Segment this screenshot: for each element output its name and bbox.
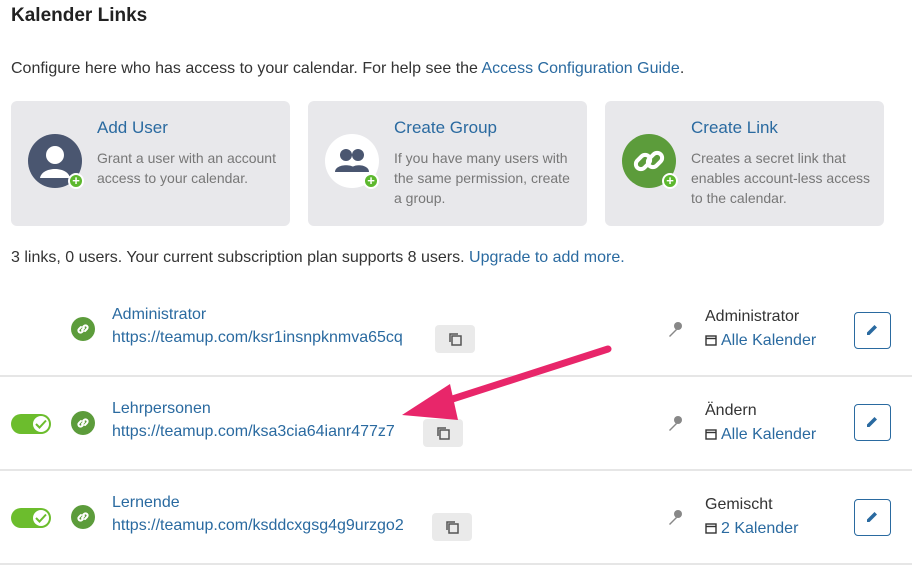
copy-icon: [446, 521, 459, 534]
link-name[interactable]: Lernende: [112, 494, 180, 512]
link-url[interactable]: https://teamup.com/ksr1insnpknmva65cq: [112, 329, 403, 347]
copy-icon: [449, 333, 462, 346]
calendar-icon: [705, 335, 717, 346]
link-icon: [71, 411, 95, 435]
create-link-card[interactable]: + Create Link Creates a secret link that…: [605, 101, 884, 226]
plus-icon: +: [68, 173, 84, 189]
create-group-desc: If you have many users with the same per…: [394, 150, 570, 206]
pin-icon: [666, 319, 686, 339]
pencil-icon: [867, 512, 877, 522]
pin-icon: [666, 507, 686, 527]
calendars-link[interactable]: Alle Kalender: [705, 426, 816, 444]
upgrade-link[interactable]: Upgrade to add more.: [469, 249, 625, 266]
link-icon: [71, 317, 95, 341]
edit-button[interactable]: [854, 499, 891, 536]
link-row-administrator: Administrator https://teamup.com/ksr1ins…: [0, 282, 912, 376]
copy-button[interactable]: [423, 419, 463, 447]
create-link-desc: Creates a secret link that enables accou…: [691, 150, 870, 206]
calendars-link[interactable]: Alle Kalender: [705, 332, 816, 350]
create-group-card[interactable]: + Create Group If you have many users wi…: [308, 101, 587, 226]
permission-label: Administrator: [705, 308, 800, 325]
link-url[interactable]: https://teamup.com/ksddcxgsg4g9urzgo2: [112, 517, 404, 535]
edit-button[interactable]: [854, 404, 891, 441]
plus-icon: +: [662, 173, 678, 189]
plus-icon: +: [363, 173, 379, 189]
link-icon: [71, 505, 95, 529]
add-user-desc: Grant a user with an account access to y…: [97, 150, 276, 186]
link-row-lernende: Lernende https://teamup.com/ksddcxgsg4g9…: [0, 471, 912, 565]
intro-text: Configure here who has access to your ca…: [11, 60, 685, 77]
copy-icon: [437, 427, 450, 440]
row-divider: [0, 563, 912, 565]
link-name[interactable]: Lehrpersonen: [112, 400, 211, 418]
copy-button[interactable]: [435, 325, 475, 353]
add-user-card[interactable]: + Add User Grant a user with an account …: [11, 101, 290, 226]
calendar-icon: [705, 429, 717, 440]
access-guide-link[interactable]: Access Configuration Guide: [482, 60, 680, 77]
link-name[interactable]: Administrator: [112, 306, 206, 324]
permission-label: Gemischt: [705, 496, 773, 513]
calendars-link[interactable]: 2 Kalender: [705, 520, 798, 538]
check-icon: [35, 513, 47, 523]
check-icon: [35, 419, 47, 429]
enable-toggle[interactable]: [11, 508, 51, 528]
calendar-icon: [705, 523, 717, 534]
edit-button[interactable]: [854, 312, 891, 349]
enable-toggle[interactable]: [11, 414, 51, 434]
pencil-icon: [867, 325, 877, 335]
create-link-link[interactable]: Create Link: [691, 118, 778, 138]
create-group-link[interactable]: Create Group: [394, 118, 497, 138]
link-url[interactable]: https://teamup.com/ksa3cia64ianr477z7: [112, 423, 395, 441]
pencil-icon: [867, 417, 877, 427]
subscription-summary: 3 links, 0 users. Your current subscript…: [11, 249, 625, 266]
add-user-link[interactable]: Add User: [97, 118, 168, 138]
link-row-lehrpersonen: Lehrpersonen https://teamup.com/ksa3cia6…: [0, 377, 912, 471]
page-title: Kalender Links: [11, 5, 148, 26]
copy-button[interactable]: [432, 513, 472, 541]
permission-label: Ändern: [705, 402, 757, 419]
pin-icon: [666, 413, 686, 433]
